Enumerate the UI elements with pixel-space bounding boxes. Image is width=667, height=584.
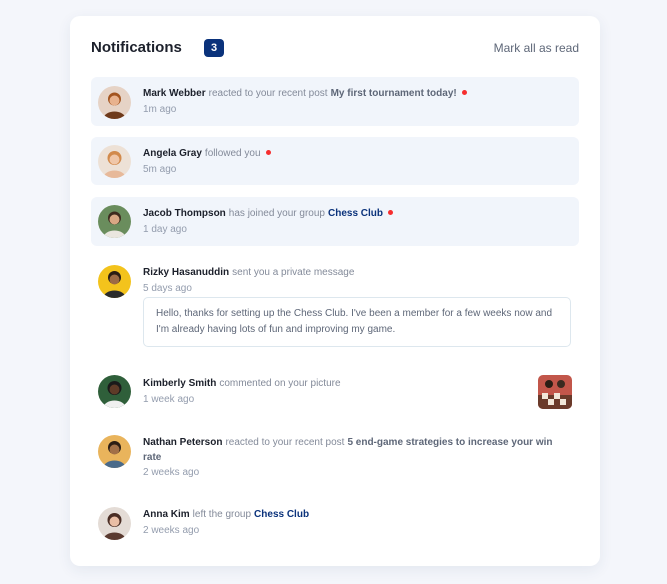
- avatar-nathan-peterson[interactable]: [98, 435, 131, 468]
- user-name[interactable]: Jacob Thompson: [143, 208, 226, 219]
- action-text: has joined your group: [228, 208, 325, 219]
- action-text: sent you a private message: [232, 267, 355, 278]
- avatar-anna-kim[interactable]: [98, 507, 131, 540]
- avatar-mark-webber[interactable]: [98, 86, 131, 119]
- timestamp: 2 weeks ago: [143, 467, 200, 478]
- notifications-card: Notifications 3 Mark all as read Mark We…: [70, 16, 600, 566]
- timestamp: 1m ago: [143, 104, 177, 115]
- notification-item[interactable]: Angela Gray followed you 5m ago: [91, 137, 579, 185]
- user-name[interactable]: Rizky Hasanuddin: [143, 267, 229, 278]
- notification-text: Angela Gray followed you: [143, 146, 565, 161]
- unread-count-badge: 3: [204, 39, 224, 57]
- notification-text: Nathan Peterson reacted to your recent po…: [143, 435, 565, 465]
- unread-dot: [265, 150, 271, 155]
- user-name[interactable]: Mark Webber: [143, 88, 206, 99]
- notification-text: Anna Kim left the group Chess Club: [143, 507, 565, 522]
- notification-item[interactable]: Anna Kim left the group Chess Club 2 weeks…: [91, 502, 579, 552]
- timestamp: 1 day ago: [143, 224, 187, 235]
- notification-text: Mark Webber reacted to your recent post My…: [143, 86, 565, 101]
- timestamp: 5 days ago: [143, 283, 192, 294]
- avatar-kimberly-smith[interactable]: [98, 375, 131, 408]
- notification-text: Kimberly Smith commented on your picture: [143, 376, 519, 391]
- notification-item[interactable]: Jacob Thompson has joined your group Chess…: [91, 197, 579, 246]
- user-name[interactable]: Angela Gray: [143, 148, 202, 159]
- action-text: followed you: [204, 148, 261, 159]
- unread-dot: [388, 210, 393, 215]
- page-title: Notifications: [91, 39, 182, 56]
- group-link[interactable]: Chess Club: [254, 509, 309, 520]
- notification-text: Jacob Thompson has joined your group Chess…: [143, 206, 565, 221]
- mark-all-as-read-button[interactable]: Mark all as read: [494, 38, 579, 58]
- header: Notifications 3 Mark all as read: [91, 38, 579, 58]
- unread-dot: [461, 90, 467, 95]
- notification-text: Rizky Hasanuddin sent you a private messa…: [143, 265, 565, 280]
- timestamp: 5m ago: [143, 164, 177, 175]
- group-link[interactable]: Chess Club: [328, 208, 383, 219]
- timestamp: 2 weeks ago: [143, 525, 200, 536]
- private-message-preview[interactable]: Hello, thanks for setting up the Chess C…: [143, 297, 571, 347]
- avatar-angela-gray[interactable]: [98, 145, 131, 178]
- user-name[interactable]: Kimberly Smith: [143, 378, 216, 389]
- post-link[interactable]: My first tournament today!: [331, 88, 457, 99]
- timestamp: 1 week ago: [143, 394, 195, 405]
- user-name[interactable]: Nathan Peterson: [143, 437, 222, 448]
- notification-item[interactable]: Nathan Peterson reacted to your recent po…: [91, 429, 579, 489]
- action-text: reacted to your recent post: [208, 88, 328, 99]
- avatar-rizky-hasanuddin[interactable]: [98, 265, 131, 298]
- action-text: reacted to your recent post: [225, 437, 345, 448]
- action-text: commented on your picture: [219, 378, 341, 389]
- action-text: left the group: [192, 509, 252, 520]
- user-name[interactable]: Anna Kim: [143, 509, 190, 520]
- avatar-jacob-thompson[interactable]: [98, 205, 131, 238]
- notification-item[interactable]: Kimberly Smith commented on your picture …: [91, 369, 579, 419]
- notification-item[interactable]: Mark Webber reacted to your recent post My…: [91, 77, 579, 126]
- chess-picture-thumbnail[interactable]: [538, 375, 572, 409]
